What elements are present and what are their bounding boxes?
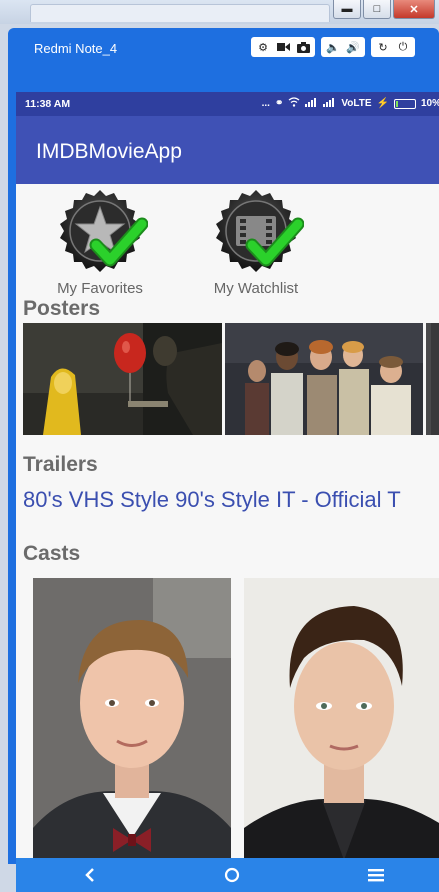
cast-photo[interactable] — [244, 578, 439, 860]
back-icon — [85, 868, 94, 882]
poster-image[interactable] — [23, 323, 222, 435]
signal-2-icon — [323, 97, 336, 110]
host-window-titlebar: ▬ □ ✕ — [0, 0, 439, 24]
casts-heading: Casts — [23, 542, 81, 565]
status-time: 11:38 AM — [25, 98, 71, 110]
watchlist-shortcut[interactable]: My Watchlist — [186, 190, 326, 297]
charging-icon: ⚡ — [376, 98, 389, 109]
poster-image[interactable] — [426, 323, 439, 435]
headphones-icon: ⚭ — [274, 98, 284, 109]
status-bar: 11:38 AM ... ⚭ VoLTE ⚡ 10% — [16, 92, 439, 116]
app-title: IMDBMovieApp — [36, 140, 182, 163]
host-tab[interactable] — [30, 4, 330, 22]
device-name: Redmi Note_4 — [34, 41, 118, 56]
favorites-label: My Favorites — [57, 280, 143, 297]
tool-group-capture: ⚙ — [251, 37, 315, 57]
minimize-button[interactable]: ▬ — [333, 0, 361, 19]
watchlist-label: My Watchlist — [213, 280, 299, 297]
tool-group-volume: 🔈 🔊 — [321, 37, 365, 57]
volume-up-icon[interactable]: 🔊 — [343, 37, 363, 57]
emulator-toolbar: ⚙ 🔈 🔊 ↻ ⏻ — [251, 37, 421, 57]
app-bar: IMDBMovieApp — [16, 116, 439, 184]
camera-icon[interactable] — [293, 37, 313, 57]
status-indicators: ... ⚭ VoLTE ⚡ 10% — [262, 97, 439, 110]
volte-label: VoLTE — [341, 98, 372, 109]
battery-level — [395, 100, 398, 107]
favorites-shortcut[interactable]: My Favorites — [30, 190, 170, 297]
trailer-link[interactable]: 80's VHS Style 90's Style IT - Official … — [23, 487, 401, 513]
menu-button[interactable] — [356, 858, 396, 892]
wifi-icon — [288, 97, 300, 110]
cast-photo[interactable] — [33, 578, 231, 860]
power-icon[interactable]: ⏻ — [393, 37, 413, 57]
signal-1-icon — [305, 97, 318, 110]
close-button[interactable]: ✕ — [393, 0, 435, 19]
star-badge-check-icon — [60, 190, 148, 272]
settings-icon[interactable]: ⚙ — [253, 37, 273, 57]
device-screen: 11:38 AM ... ⚭ VoLTE ⚡ 10% IMDBMovieApp … — [16, 92, 439, 892]
rotate-icon[interactable]: ↻ — [373, 37, 393, 57]
posters-heading: Posters — [23, 297, 101, 320]
film-badge-check-icon — [216, 190, 304, 272]
host-window-controls: ▬ □ ✕ — [331, 0, 435, 19]
back-button[interactable] — [70, 858, 110, 892]
home-button[interactable] — [212, 858, 252, 892]
volume-down-icon[interactable]: 🔈 — [323, 37, 343, 57]
trailers-heading: Trailers — [23, 453, 98, 476]
battery-icon — [393, 98, 416, 109]
tool-group-power: ↻ ⏻ — [371, 37, 415, 57]
home-icon — [224, 867, 240, 883]
menu-icon — [368, 869, 384, 882]
maximize-button[interactable]: □ — [363, 0, 391, 19]
more-notifications-icon: ... — [261, 98, 270, 109]
emulator-window: Redmi Note_4 ⚙ 🔈 🔊 ↻ ⏻ 11:38 AM ... ⚭ Vo… — [8, 28, 439, 892]
navigation-bar — [16, 858, 439, 892]
poster-image[interactable] — [225, 323, 423, 435]
battery-percent: 10% — [420, 98, 439, 109]
video-record-icon[interactable] — [273, 37, 293, 57]
